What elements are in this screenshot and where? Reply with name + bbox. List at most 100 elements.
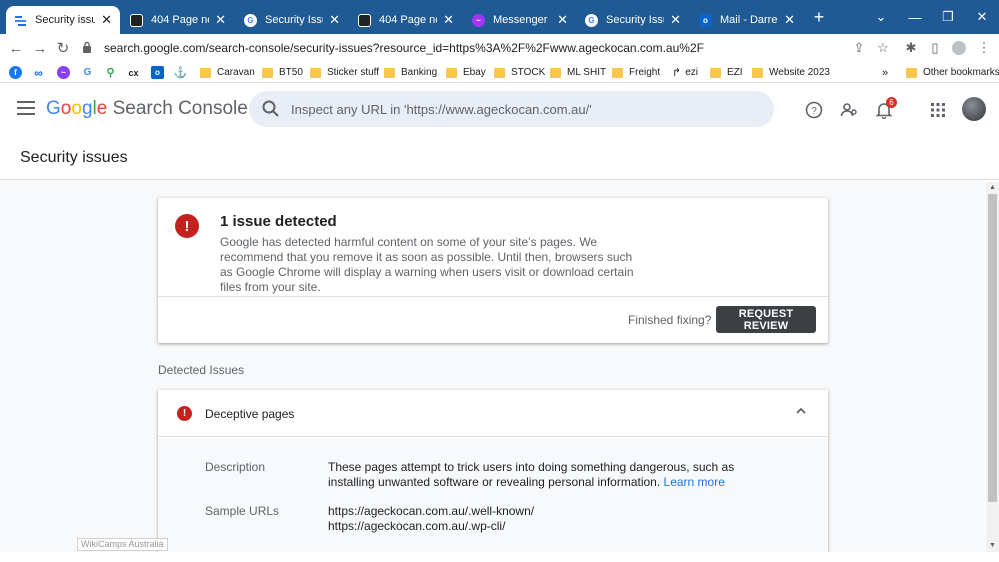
gsc-icon xyxy=(14,14,27,27)
issue-details: Description These pages attempt to trick… xyxy=(158,438,828,552)
bookmark-label: EZI xyxy=(727,67,743,78)
inspect-url-input[interactable] xyxy=(291,101,751,117)
search-console-logo[interactable]: Google Search Console xyxy=(46,98,248,120)
ezi-icon: ↱ xyxy=(672,67,682,79)
folder-icon xyxy=(752,67,763,78)
bookmark-sticker-stuff[interactable]: Sticker stuff xyxy=(310,65,379,80)
tab-title: Security issues xyxy=(35,14,96,26)
logo-letter: o xyxy=(71,98,82,119)
bookmark-label: Freight xyxy=(629,67,661,78)
tab-security-issues[interactable]: Security issues ✕ xyxy=(6,6,120,34)
close-icon[interactable]: ✕ xyxy=(329,12,340,28)
browser-toolbar: ← → ↻ search.google.com/search-console/s… xyxy=(0,34,999,62)
outlook-icon[interactable]: o xyxy=(151,66,164,79)
tab-title: Security Issues re xyxy=(265,14,323,26)
folder-icon xyxy=(494,67,505,78)
scroll-up-icon[interactable]: ▲ xyxy=(988,184,997,192)
tracking-icon[interactable]: ⚓ xyxy=(174,66,188,79)
bookmark-label: BT50 xyxy=(279,67,303,78)
tab-404-page-2[interactable]: 404 Page not fou ✕ xyxy=(350,6,462,34)
kebab-menu-icon[interactable]: ⋮ xyxy=(974,38,994,58)
profile-icon[interactable] xyxy=(949,38,969,58)
close-icon[interactable]: ✕ xyxy=(215,12,226,28)
close-icon[interactable]: ✕ xyxy=(101,12,112,28)
bookmark-website-2023[interactable]: Website 2023 xyxy=(752,65,830,80)
bookmark-ezi[interactable]: EZI xyxy=(710,65,743,80)
issue-summary-card: ! 1 issue detected Google has detected h… xyxy=(158,198,828,343)
side-panel-icon[interactable]: ▯ xyxy=(925,38,945,58)
bookmark-label: Banking xyxy=(401,67,438,78)
manage-users-icon[interactable] xyxy=(838,99,860,121)
outlook-icon: o xyxy=(699,13,712,27)
bookmark-tooltip: WikiCamps Australia xyxy=(77,538,168,551)
sample-url[interactable]: https://ageckocan.com.au/.well-known/ xyxy=(328,504,768,519)
google-icon[interactable]: G xyxy=(81,66,94,79)
tab-404-page[interactable]: 404 Page not fou ✕ xyxy=(122,6,234,34)
new-tab-icon[interactable]: + xyxy=(802,0,836,34)
tab-security-issues-3[interactable]: G Security Issues re ✕ xyxy=(577,6,689,34)
bookmark-stock[interactable]: STOCK xyxy=(494,65,545,80)
tab-security-issues-2[interactable]: G Security Issues re ✕ xyxy=(236,6,348,34)
scroll-down-icon[interactable]: ▼ xyxy=(988,542,997,550)
messenger-icon[interactable]: ~ xyxy=(57,66,70,79)
apps-grid-icon[interactable] xyxy=(927,99,949,121)
folder-icon xyxy=(384,67,395,78)
window-close-icon[interactable]: ✕ xyxy=(965,0,999,34)
bookmark-ezi-link[interactable]: ↱ ezi xyxy=(672,65,698,80)
maps-icon[interactable]: ⚲ xyxy=(104,66,117,79)
sample-url[interactable]: https://ageckocan.com.au/.wp-cli/ xyxy=(328,519,768,534)
notification-count-badge: 6 xyxy=(886,97,897,108)
reload-icon[interactable]: ↻ xyxy=(53,38,73,58)
sample-urls-label: Sample URLs xyxy=(205,504,280,518)
tab-mail[interactable]: o Mail - Darren AG ✕ xyxy=(691,6,803,34)
learn-more-link[interactable]: Learn more xyxy=(664,475,725,489)
close-icon[interactable]: ✕ xyxy=(670,12,681,28)
bookmark-label: STOCK xyxy=(511,67,546,78)
close-icon[interactable]: ✕ xyxy=(784,12,795,28)
page-title: Security issues xyxy=(20,149,128,166)
forward-icon[interactable]: → xyxy=(30,38,50,58)
scrollbar-thumb[interactable] xyxy=(988,194,997,502)
more-bookmarks-icon[interactable]: » xyxy=(882,65,888,80)
logo-letter: o xyxy=(60,98,72,119)
search-icon xyxy=(262,100,279,117)
tab-messenger[interactable]: ~ Messenger ✕ xyxy=(464,6,576,34)
bookmark-caravan[interactable]: Caravan xyxy=(200,65,255,80)
chevron-up-icon[interactable] xyxy=(794,404,808,418)
svg-text:?: ? xyxy=(811,106,817,117)
close-icon[interactable]: ✕ xyxy=(443,12,454,28)
avatar[interactable] xyxy=(962,97,986,121)
help-icon[interactable]: ? xyxy=(803,99,825,121)
bookmark-banking[interactable]: Banking xyxy=(384,65,437,80)
finished-fixing-label: Finished fixing? xyxy=(628,313,712,327)
url-inspection-bar[interactable] xyxy=(249,91,774,127)
address-bar[interactable]: search.google.com/search-console/securit… xyxy=(82,37,892,59)
bookmark-ebay[interactable]: Ebay xyxy=(446,65,486,80)
issue-count-title: 1 issue detected xyxy=(220,213,337,230)
bookmark-bt50[interactable]: BT50 xyxy=(262,65,303,80)
messenger-icon: ~ xyxy=(472,13,485,27)
restore-icon[interactable]: ❐ xyxy=(931,0,965,34)
bookmark-label: Website 2023 xyxy=(769,67,830,78)
bookmark-freight[interactable]: Freight xyxy=(612,65,660,80)
menu-icon[interactable] xyxy=(17,101,35,115)
detected-issues-heading: Detected Issues xyxy=(158,363,245,377)
folder-icon xyxy=(446,67,457,78)
share-icon[interactable]: ⇪ xyxy=(849,38,869,58)
meta-icon[interactable]: ∞ xyxy=(32,66,45,80)
extensions-icon[interactable]: ✱ xyxy=(901,38,921,58)
error-icon: ! xyxy=(175,214,199,238)
chevron-down-icon[interactable]: ⌄ xyxy=(864,0,898,34)
tab-title: Mail - Darren AG xyxy=(720,14,778,26)
bookmark-ml-shit[interactable]: ML SHIT xyxy=(550,65,606,80)
minimize-icon[interactable]: — xyxy=(898,0,932,34)
facebook-icon[interactable]: f xyxy=(9,66,22,79)
back-icon[interactable]: ← xyxy=(6,38,26,58)
star-icon[interactable]: ☆ xyxy=(873,38,893,58)
request-review-button[interactable]: REQUEST REVIEW xyxy=(716,306,816,333)
issue-panel-header[interactable]: ! Deceptive pages xyxy=(158,390,828,437)
close-icon[interactable]: ✕ xyxy=(557,12,568,28)
other-bookmarks[interactable]: Other bookmarks xyxy=(906,65,999,80)
gumtree-icon[interactable]: cx xyxy=(127,66,140,79)
tab-title: 404 Page not fou xyxy=(151,14,209,26)
